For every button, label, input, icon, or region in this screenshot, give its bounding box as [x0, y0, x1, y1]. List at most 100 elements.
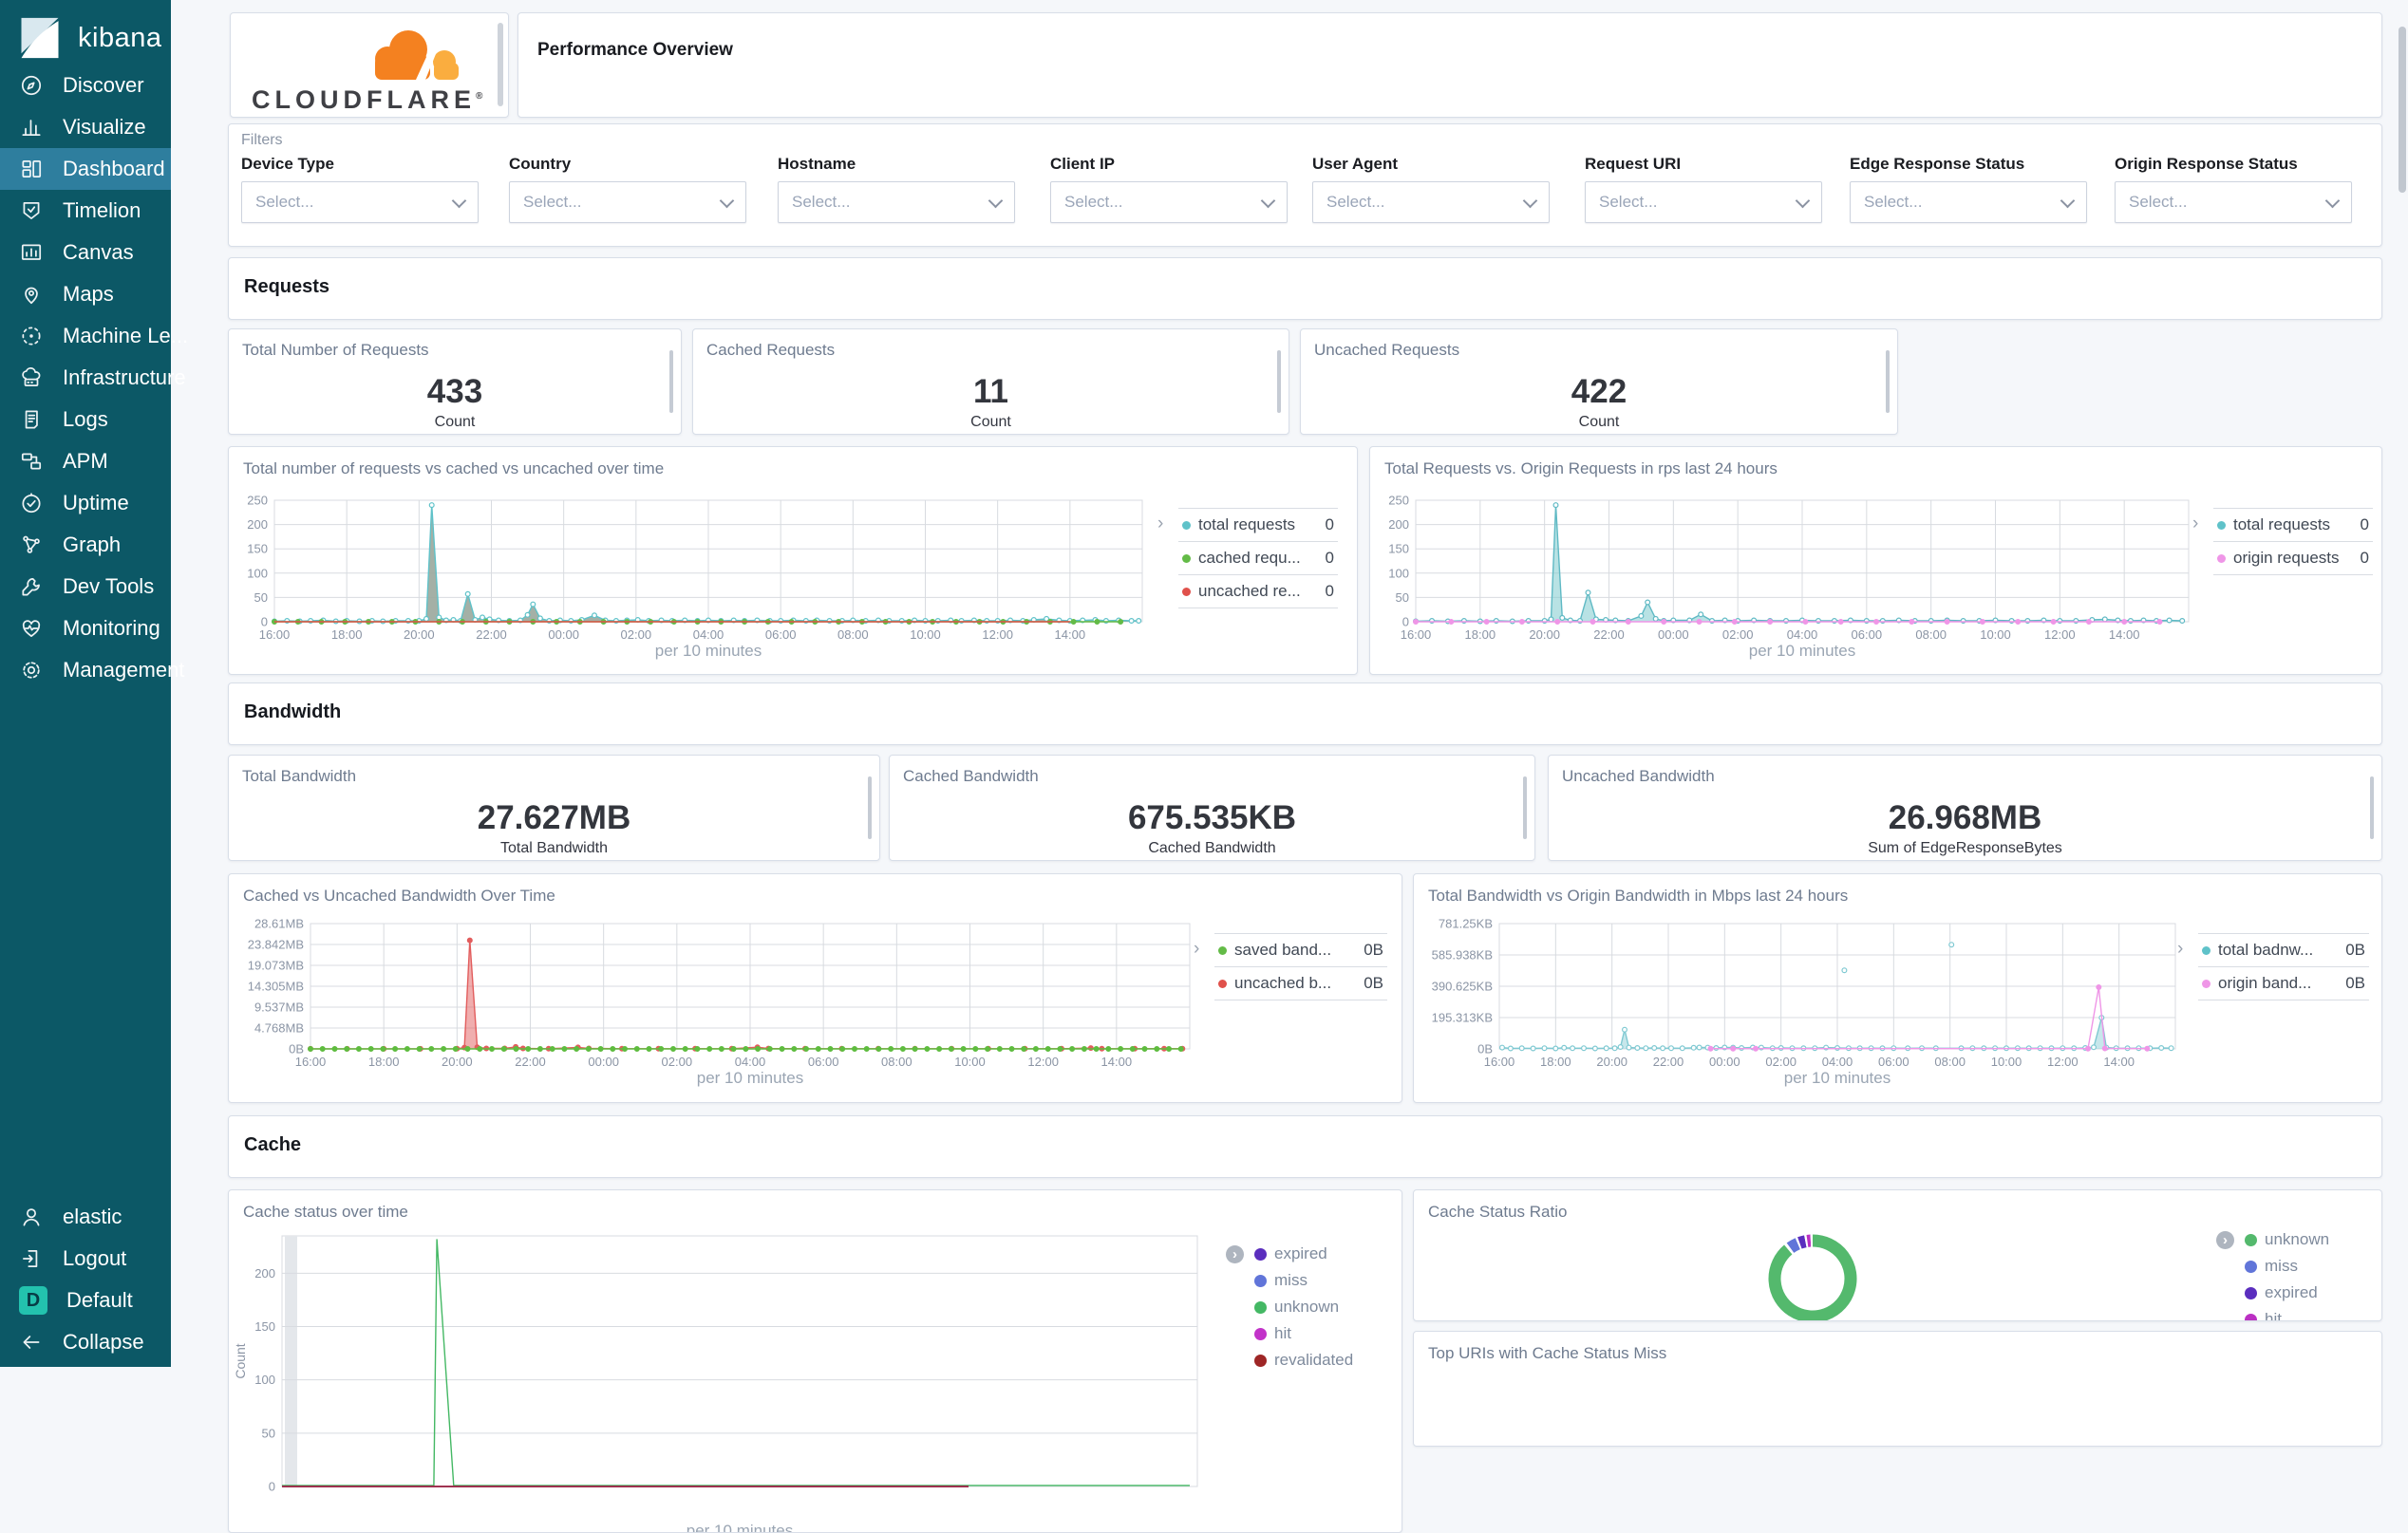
sidebar-item-machine-le[interactable]: Machine Le...: [0, 315, 188, 357]
sidebar-item-monitoring[interactable]: Monitoring: [0, 608, 171, 649]
resize-handle[interactable]: [1277, 350, 1281, 413]
filter-select-hostname[interactable]: Select...: [778, 181, 1015, 223]
svg-text:18:00: 18:00: [368, 1055, 400, 1069]
page-scrollbar[interactable]: [2399, 27, 2406, 193]
filter-label: Country: [509, 155, 572, 173]
svg-text:08:00: 08:00: [881, 1055, 912, 1069]
filter-select-origin-response-status[interactable]: Select...: [2115, 181, 2352, 223]
resize-handle[interactable]: [2370, 776, 2374, 839]
dashboard-icon: [19, 157, 44, 181]
sidebar-item-default[interactable]: D Default: [0, 1280, 171, 1321]
legend-value: 0: [1325, 582, 1334, 600]
panel-title: Top URIs with Cache Status Miss: [1428, 1344, 1667, 1362]
chart-title: Cache status over time: [243, 1203, 408, 1221]
svg-text:10:00: 10:00: [1980, 627, 2011, 642]
legend-item-unknown[interactable]: › unknown: [2216, 1226, 2368, 1253]
filter-select-user-agent[interactable]: Select...: [1312, 181, 1550, 223]
metric-value: 26.968MB: [1888, 799, 2042, 836]
legend-item-total-badnw[interactable]: total badnw... 0B: [2198, 933, 2369, 966]
chart-title: Total number of requests vs cached vs un…: [243, 459, 665, 477]
resize-handle[interactable]: [1523, 776, 1527, 839]
filter-select-country[interactable]: Select...: [509, 181, 746, 223]
kibana-logo[interactable]: kibana: [0, 0, 171, 74]
visualize-icon: [19, 115, 44, 140]
legend-label: miss: [2265, 1257, 2298, 1275]
sidebar-item-label: Dev Tools: [63, 574, 155, 598]
panel-scrollbar[interactable]: [498, 23, 503, 106]
chevron-down-icon: [719, 193, 735, 208]
svg-text:4.768MB: 4.768MB: [254, 1021, 304, 1036]
legend-item-hit[interactable]: hit: [2216, 1306, 2368, 1320]
legend-collapse-icon[interactable]: ›: [2216, 1231, 2234, 1249]
sidebar-item-visualize[interactable]: Visualize: [0, 106, 171, 148]
legend-collapse-icon[interactable]: ›: [1226, 1245, 1244, 1263]
svg-text:04:00: 04:00: [1822, 1055, 1853, 1069]
resize-handle[interactable]: [868, 776, 872, 839]
sidebar-item-discover[interactable]: Discover: [0, 65, 171, 106]
svg-text:06:00: 06:00: [1878, 1055, 1909, 1069]
legend-item-uncached-b[interactable]: uncached b... 0B: [1214, 966, 1387, 1000]
legend-color-dot: [1218, 945, 1227, 955]
legend-value: 0: [2360, 549, 2369, 567]
svg-text:10:00: 10:00: [910, 627, 941, 642]
svg-text:12:00: 12:00: [982, 627, 1013, 642]
sidebar-item-timelion[interactable]: Timelion: [0, 190, 171, 232]
sidebar-item-apm[interactable]: APM: [0, 440, 171, 482]
legend-item-total-requests[interactable]: total requests 0: [2213, 508, 2373, 541]
legend-item-miss[interactable]: miss: [2216, 1253, 2368, 1280]
sidebar-item-dev-tools[interactable]: Dev Tools: [0, 566, 171, 608]
sidebar-item-graph[interactable]: Graph: [0, 524, 171, 566]
filter-select-request-uri[interactable]: Select...: [1585, 181, 1822, 223]
default-space-badge: D: [19, 1286, 47, 1315]
legend-item-origin-band[interactable]: origin band... 0B: [2198, 966, 2369, 1000]
svg-text:per 10 minutes: per 10 minutes: [687, 1522, 793, 1533]
legend-value: 0: [2360, 515, 2369, 533]
legend-item-expired[interactable]: › expired: [1226, 1241, 1387, 1267]
filter-select-client-ip[interactable]: Select...: [1050, 181, 1288, 223]
select-placeholder: Select...: [1064, 193, 1123, 211]
legend-item-cached-requ[interactable]: cached requ... 0: [1178, 541, 1338, 574]
select-placeholder: Select...: [2129, 193, 2188, 211]
sidebar-item-collapse[interactable]: Collapse: [0, 1321, 171, 1363]
legend-item-hit[interactable]: hit: [1226, 1320, 1387, 1347]
svg-text:585.938KB: 585.938KB: [1432, 947, 1493, 962]
sidebar-item-label: Dashboard: [63, 157, 165, 180]
filter-hostname: Hostname Select...: [778, 155, 1015, 223]
sidebar-item-dashboard[interactable]: Dashboard: [0, 148, 171, 190]
svg-text:781.25KB: 781.25KB: [1439, 917, 1493, 931]
sidebar-item-maps[interactable]: Maps: [0, 273, 171, 315]
legend-collapse-icon[interactable]: ›: [2192, 514, 2198, 534]
legend-color-dot: [1218, 979, 1227, 988]
legend-item-uncached-re[interactable]: uncached re... 0: [1178, 574, 1338, 608]
legend-item-miss[interactable]: miss: [1226, 1267, 1387, 1294]
svg-text:02:00: 02:00: [1765, 1055, 1797, 1069]
legend-item-expired[interactable]: expired: [2216, 1280, 2368, 1306]
filter-edge-response-status: Edge Response Status Select...: [1850, 155, 2087, 223]
svg-text:14:00: 14:00: [2103, 1055, 2135, 1069]
filters-panel: Filters Device Type Select... Country Selec…: [228, 123, 2382, 247]
legend-collapse-icon[interactable]: ›: [2177, 939, 2183, 960]
sidebar-item-elastic[interactable]: elastic: [0, 1196, 171, 1238]
sidebar-item-canvas[interactable]: Canvas: [0, 232, 171, 273]
resize-handle[interactable]: [669, 350, 673, 413]
legend-collapse-icon[interactable]: ›: [1157, 514, 1163, 534]
svg-text:23.842MB: 23.842MB: [248, 937, 304, 951]
legend-label: unknown: [2265, 1230, 2330, 1248]
filter-select-edge-response-status[interactable]: Select...: [1850, 181, 2087, 223]
sidebar-item-management[interactable]: Management: [0, 649, 184, 691]
legend-item-unknown[interactable]: unknown: [1226, 1294, 1387, 1320]
sidebar-item-logout[interactable]: Logout: [0, 1238, 171, 1280]
sidebar-item-logs[interactable]: Logs: [0, 399, 171, 440]
legend-item-revalidated[interactable]: revalidated: [1226, 1347, 1387, 1374]
legend-item-origin-requests[interactable]: origin requests 0: [2213, 541, 2373, 575]
sidebar-item-infrastructure[interactable]: Infrastructure: [0, 357, 186, 399]
metric-cached-requests: Cached Requests 11 Count: [692, 328, 1289, 435]
legend-item-total-requests[interactable]: total requests 0: [1178, 508, 1338, 541]
legend-item-saved-band[interactable]: saved band... 0B: [1214, 933, 1387, 966]
legend-collapse-icon[interactable]: ›: [1194, 939, 1199, 960]
resize-handle[interactable]: [1886, 350, 1890, 413]
svg-text:12:00: 12:00: [2044, 627, 2076, 642]
filter-select-device-type[interactable]: Select...: [241, 181, 479, 223]
cache-status-ratio-donut: [1768, 1234, 1857, 1320]
sidebar-item-uptime[interactable]: Uptime: [0, 482, 171, 524]
